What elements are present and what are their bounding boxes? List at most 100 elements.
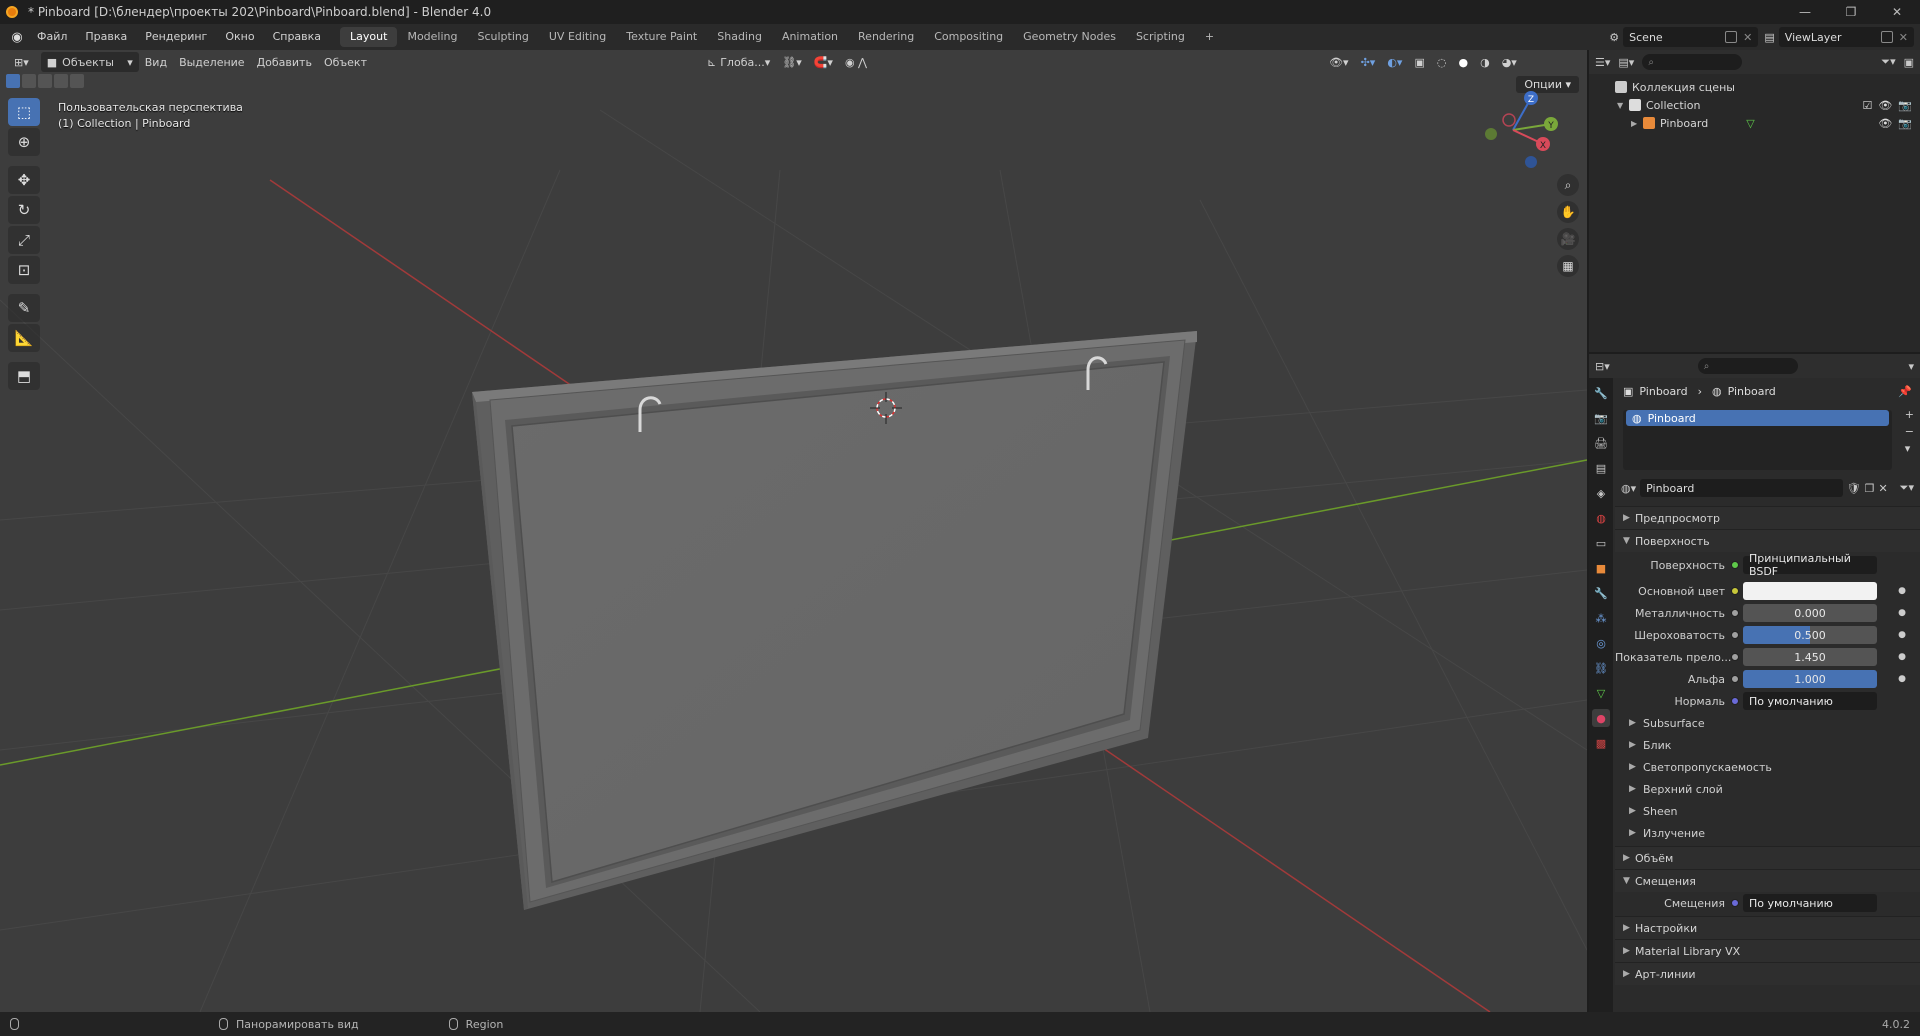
remove-scene-icon[interactable]: ✕	[1743, 31, 1752, 44]
tab-modeling[interactable]: Modeling	[397, 27, 467, 47]
socket-icon[interactable]	[1731, 697, 1739, 705]
panel-settings[interactable]: ▶ Настройки	[1615, 916, 1920, 939]
socket-icon[interactable]	[1731, 609, 1739, 617]
panel-material-library[interactable]: ▶ Material Library VX	[1615, 939, 1920, 962]
add-workspace-icon[interactable]: +	[1195, 27, 1224, 47]
expand-arrow-icon[interactable]: ▼	[1617, 101, 1629, 110]
maximize-icon[interactable]: ❐	[1828, 0, 1874, 24]
measure-tool-icon[interactable]: 📐	[8, 324, 40, 352]
pinboard-object[interactable]	[472, 331, 1197, 910]
visibility-icon[interactable]: 👁▾	[1323, 52, 1355, 72]
fake-user-icon[interactable]: 🛡	[1847, 482, 1861, 495]
snap-icon[interactable]: 🧲▾	[808, 52, 839, 72]
blender-logo-icon[interactable]: ◉	[6, 26, 28, 48]
panel-displacement[interactable]: ▼ Смещения	[1615, 869, 1920, 892]
menu-select[interactable]: Выделение	[173, 52, 251, 72]
slot-menu-icon[interactable]: ▾	[1905, 442, 1914, 455]
mode-dropdown[interactable]: ■ Объекты ▾	[40, 52, 139, 72]
panel-lineart[interactable]: ▶ Арт-линии	[1615, 962, 1920, 985]
add-slot-icon[interactable]: +	[1905, 408, 1914, 421]
scene-field[interactable]: Scene ✕	[1623, 27, 1759, 47]
surface-shader-field[interactable]: Принципиальный BSDF	[1743, 552, 1877, 578]
keyframe-icon[interactable]: ●	[1898, 586, 1906, 596]
material-name-field[interactable]: Pinboard	[1640, 479, 1843, 497]
socket-icon[interactable]	[1731, 587, 1739, 595]
outliner-search-input[interactable]: ⌕	[1642, 54, 1743, 70]
move-tool-icon[interactable]: ✥	[8, 166, 40, 194]
tab-texture-paint[interactable]: Texture Paint	[616, 27, 707, 47]
alpha-slider[interactable]: 1.000	[1743, 670, 1877, 688]
tab-geometry-nodes[interactable]: Geometry Nodes	[1013, 27, 1126, 47]
subpanel-subsurface[interactable]: ▶ Subsurface	[1615, 712, 1920, 734]
material-filter-icon[interactable]: ⏷▾	[1900, 481, 1914, 495]
socket-icon[interactable]	[1731, 675, 1739, 683]
displacement-field[interactable]: По умолчанию	[1743, 894, 1877, 912]
display-mode-icon[interactable]: ▤▾	[1618, 56, 1634, 69]
keyframe-icon[interactable]: ●	[1898, 630, 1906, 640]
socket-icon[interactable]	[1731, 631, 1739, 639]
collection-row[interactable]: ▼ Collection ☑ 👁 📷	[1589, 96, 1920, 114]
physics-tab-icon[interactable]: ◎	[1592, 634, 1610, 652]
tab-layout[interactable]: Layout	[340, 27, 398, 47]
particles-tab-icon[interactable]: ⁂	[1592, 609, 1610, 627]
shading-rendered-icon[interactable]: ◕▾	[1496, 52, 1523, 72]
proportional-edit-icon[interactable]: ◉ ⋀	[839, 52, 873, 72]
material-slot-list[interactable]: ◍ Pinboard	[1623, 410, 1892, 470]
cursor-tool-icon[interactable]: ⊕	[8, 128, 40, 156]
world-tab-icon[interactable]: ◍	[1592, 509, 1610, 527]
menu-view[interactable]: Вид	[139, 52, 173, 72]
tab-rendering[interactable]: Rendering	[848, 27, 924, 47]
menu-help[interactable]: Справка	[264, 24, 330, 50]
ortho-perspective-grid-icon[interactable]: ▦	[1557, 255, 1579, 277]
navigation-gizmo[interactable]: Z Y X	[1465, 78, 1565, 178]
minimize-icon[interactable]: —	[1782, 0, 1828, 24]
subpanel-specular[interactable]: ▶ Блик	[1615, 734, 1920, 756]
copy-view-layer-icon[interactable]	[1880, 31, 1893, 43]
pan-hand-icon[interactable]: ✋	[1557, 201, 1579, 223]
properties-search-input[interactable]: ⌕	[1697, 358, 1798, 374]
annotate-tool-icon[interactable]: ✎	[8, 294, 40, 322]
camera-icon[interactable]: 📷	[1898, 117, 1912, 130]
view-layer-field[interactable]: ViewLayer ✕	[1778, 27, 1914, 47]
remove-view-layer-icon[interactable]: ✕	[1899, 31, 1908, 44]
object-tab-icon[interactable]: ■	[1592, 559, 1610, 577]
texture-tab-icon[interactable]: ▩	[1592, 734, 1610, 752]
camera-view-icon[interactable]: 🎥	[1557, 228, 1579, 250]
tab-animation[interactable]: Animation	[772, 27, 848, 47]
keyframe-icon[interactable]: ●	[1898, 608, 1906, 618]
tab-sculpting[interactable]: Sculpting	[468, 27, 539, 47]
render-tab-icon[interactable]: 📷	[1592, 409, 1610, 427]
panel-volume[interactable]: ▶ Объём	[1615, 846, 1920, 869]
scale-tool-icon[interactable]: ⤢	[8, 226, 40, 254]
socket-icon[interactable]	[1731, 561, 1739, 569]
tab-compositing[interactable]: Compositing	[924, 27, 1013, 47]
editor-type-icon[interactable]: ⊞▾	[8, 52, 35, 72]
scene-collection-row[interactable]: Коллекция сцены	[1589, 78, 1920, 96]
eye-icon[interactable]: 👁	[1878, 99, 1892, 112]
close-icon[interactable]: ✕	[1874, 0, 1920, 24]
new-collection-icon[interactable]: ▣	[1904, 56, 1914, 69]
unlink-material-icon[interactable]: ✕	[1878, 482, 1887, 495]
data-tab-icon[interactable]: ▽	[1592, 684, 1610, 702]
subpanel-transmission[interactable]: ▶ Светопропускаемость	[1615, 756, 1920, 778]
collection-tab-icon[interactable]: ▭	[1592, 534, 1610, 552]
normal-field[interactable]: По умолчанию	[1743, 692, 1877, 710]
object-row[interactable]: ▶ Pinboard ▽ 👁 📷	[1589, 114, 1920, 132]
shading-material-icon[interactable]: ◑	[1474, 52, 1496, 72]
select-new-icon[interactable]	[6, 74, 20, 88]
select-extend-icon[interactable]	[22, 74, 36, 88]
ior-field[interactable]: 1.450	[1743, 648, 1877, 666]
view-layer-icon[interactable]: ▤	[1764, 31, 1774, 44]
tab-uv-editing[interactable]: UV Editing	[539, 27, 616, 47]
copy-scene-icon[interactable]	[1725, 31, 1738, 43]
select-subtract-icon[interactable]	[38, 74, 52, 88]
select-invert-icon[interactable]	[54, 74, 68, 88]
menu-object[interactable]: Объект	[318, 52, 373, 72]
keyframe-icon[interactable]: ●	[1898, 652, 1906, 662]
tab-shading[interactable]: Shading	[707, 27, 772, 47]
pin-icon[interactable]: 📌	[1898, 385, 1912, 398]
pivot-point-icon[interactable]: ⛓▾	[776, 52, 808, 72]
overlay-toggle-icon[interactable]: ◐▾	[1381, 52, 1408, 72]
camera-icon[interactable]: 📷	[1898, 99, 1912, 112]
panel-surface[interactable]: ▼ Поверхность	[1615, 529, 1920, 552]
